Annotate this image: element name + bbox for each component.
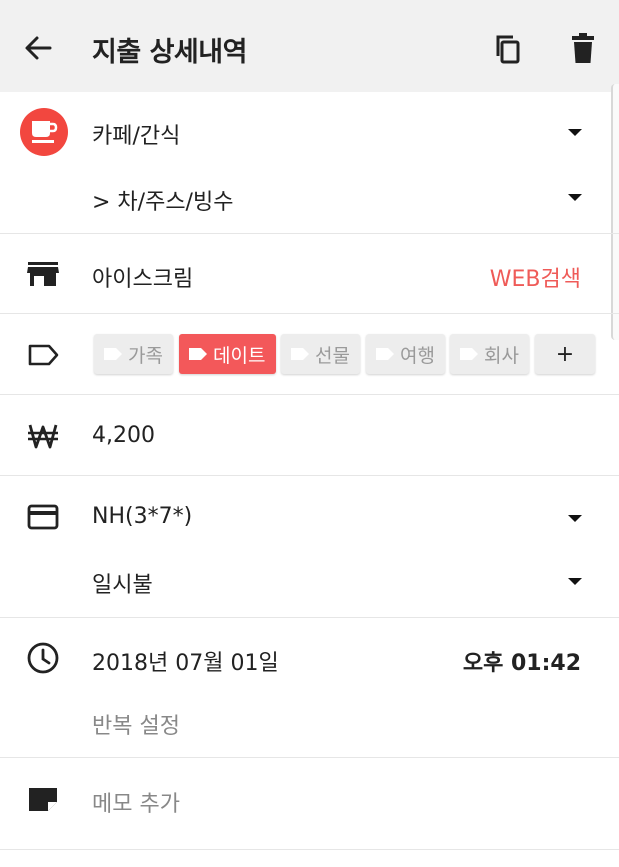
tag-icon — [189, 348, 207, 360]
payment-card[interactable]: NH(3*7*) — [92, 504, 192, 529]
divider — [0, 394, 619, 395]
divider — [0, 233, 619, 234]
tag-chip-company[interactable]: 회사 — [450, 334, 529, 374]
clock-icon — [27, 642, 59, 674]
won-icon — [28, 424, 58, 449]
tag-label: 여행 — [400, 344, 435, 367]
tag-icon — [460, 348, 478, 360]
web-search-link[interactable]: WEB검색 — [490, 261, 581, 293]
scrollbar[interactable] — [611, 84, 619, 340]
store-name[interactable]: 아이스크림 — [92, 261, 193, 293]
chevron-down-icon[interactable] — [566, 191, 584, 203]
tag-chip-date[interactable]: 데이트 — [179, 334, 276, 374]
divider — [0, 313, 619, 314]
tag-chip-gift[interactable]: 선물 — [281, 334, 360, 374]
chevron-down-icon[interactable] — [566, 575, 584, 587]
memo-icon — [29, 788, 57, 811]
add-tag-button[interactable]: + — [535, 334, 595, 374]
divider — [0, 849, 619, 850]
credit-card-icon — [27, 504, 59, 530]
tag-chip-travel[interactable]: 여행 — [366, 334, 445, 374]
divider — [0, 757, 619, 758]
category-main[interactable]: 카페/간식 — [92, 118, 180, 150]
divider — [0, 475, 619, 476]
app-bar: 지출 상세내역 — [0, 0, 619, 92]
page-title: 지출 상세내역 — [92, 37, 247, 68]
copy-icon[interactable] — [492, 32, 526, 66]
tag-icon — [376, 348, 394, 360]
arrow-left-icon[interactable] — [22, 32, 54, 64]
tag-chip-family[interactable]: 가족 — [94, 334, 173, 374]
tag-label: 가족 — [128, 344, 163, 367]
category-sub[interactable]: > 차/주스/빙수 — [92, 184, 233, 216]
tag-icon — [291, 348, 309, 360]
tag-icon — [104, 348, 122, 360]
repeat-setting[interactable]: 반복 설정 — [92, 708, 180, 740]
trash-icon[interactable] — [566, 31, 600, 65]
category-badge — [20, 108, 68, 156]
divider — [0, 617, 619, 618]
amount-value[interactable]: 4,200 — [92, 423, 155, 448]
payment-installment[interactable]: 일시불 — [92, 567, 153, 599]
memo-input[interactable]: 메모 추가 — [92, 786, 180, 818]
tag-label: 선물 — [315, 344, 350, 367]
date-value[interactable]: 2018년 07월 01일 — [92, 645, 279, 677]
chevron-down-icon[interactable] — [566, 512, 584, 524]
tag-label: 회사 — [484, 344, 519, 367]
chevron-down-icon[interactable] — [566, 126, 584, 138]
tag-icon — [28, 344, 59, 366]
coffee-cup-icon — [32, 121, 58, 143]
storefront-icon — [27, 262, 59, 286]
tag-label: 데이트 — [213, 344, 266, 367]
time-value[interactable]: 오후 01:42 — [463, 645, 581, 677]
